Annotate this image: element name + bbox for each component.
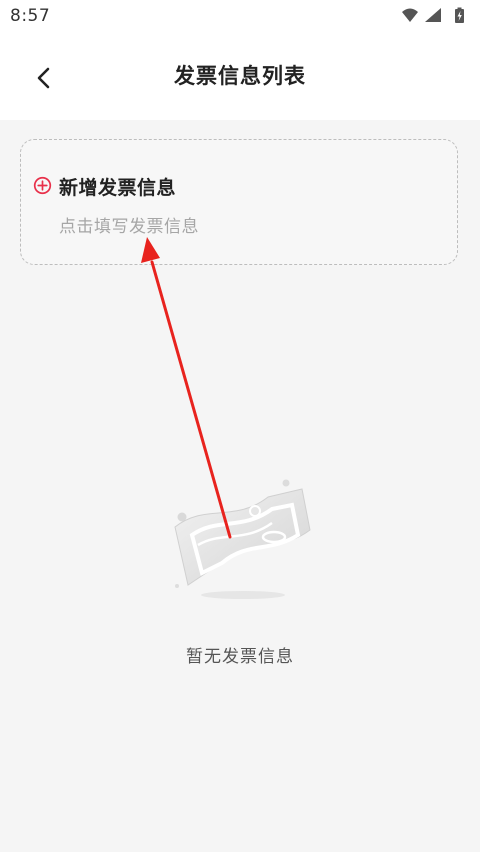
add-invoice-subtitle: 点击填写发票信息 — [59, 217, 199, 237]
battery-charging-icon — [455, 7, 464, 23]
status-icons — [400, 6, 470, 26]
annotation-arrow-icon — [141, 237, 232, 539]
header: 发票信息列表 — [0, 36, 480, 120]
empty-ticket-illustration — [174, 479, 311, 599]
add-invoice-card[interactable]: 新增发票信息 点击填写发票信息 — [20, 139, 458, 265]
empty-state-message: 暂无发票信息 — [186, 647, 294, 667]
wifi-icon — [402, 8, 418, 22]
plus-circle-icon — [33, 176, 52, 195]
status-time: 8:57 — [10, 6, 51, 26]
add-invoice-title: 新增发票信息 — [59, 177, 177, 199]
cellular-signal-icon — [425, 8, 441, 22]
status-bar: 8:57 — [0, 0, 480, 36]
page-title: 发票信息列表 — [174, 64, 306, 88]
